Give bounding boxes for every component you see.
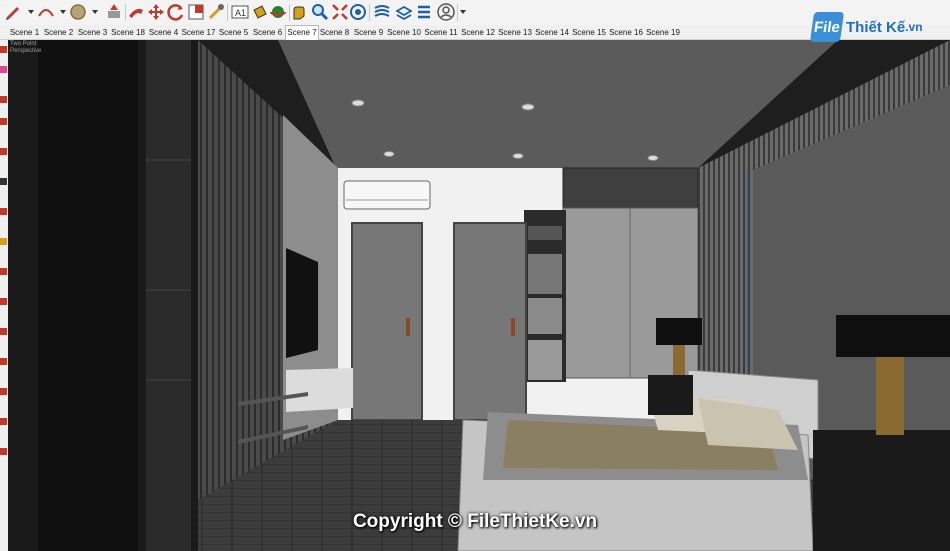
tab-scene-6[interactable]: Scene 6: [251, 26, 284, 39]
walk-tool-icon[interactable]: [0, 208, 7, 215]
3d-viewport[interactable]: [8, 40, 950, 551]
outliner-icon[interactable]: [0, 448, 7, 455]
air-conditioner: [343, 180, 431, 210]
section-tool-icon[interactable]: [0, 238, 7, 245]
pan-icon[interactable]: [288, 2, 308, 22]
tab-scene-5[interactable]: Scene 5: [217, 26, 250, 39]
styles-icon[interactable]: [414, 2, 434, 22]
text-label-icon[interactable]: A1: [230, 2, 250, 22]
bedroom-render: [8, 40, 950, 551]
arc-icon[interactable]: [36, 2, 56, 22]
dropdown-arrow-icon[interactable]: [26, 2, 36, 22]
tab-scene-10[interactable]: Scene 10: [386, 26, 422, 39]
tab-scene-12[interactable]: Scene 12: [460, 26, 496, 39]
ceiling-light: [647, 155, 659, 161]
copyright-watermark: Copyright © FileThietKe.vn: [352, 511, 598, 532]
pencil-icon[interactable]: [4, 2, 24, 22]
line-tool-icon[interactable]: [0, 96, 7, 103]
tab-scene-15[interactable]: Scene 15: [571, 26, 607, 39]
logo-name: Thiết Kế: [846, 18, 906, 36]
door-left: [351, 222, 423, 421]
tv: [286, 248, 318, 358]
tab-scene-9[interactable]: Scene 9: [352, 26, 385, 39]
extension-icon[interactable]: [372, 2, 392, 22]
tab-scene-16[interactable]: Scene 16: [608, 26, 644, 39]
tv-console: [286, 368, 353, 412]
warehouse-icon[interactable]: [348, 2, 368, 22]
ceiling-light: [383, 151, 395, 157]
wardrobe-top: [562, 167, 699, 209]
ceiling-light: [512, 153, 524, 159]
lamp-shade-right: [836, 315, 950, 357]
select-tool-icon[interactable]: [0, 46, 7, 53]
tab-scene-19[interactable]: Scene 19: [645, 26, 681, 39]
offset-tool-icon[interactable]: [0, 148, 7, 155]
site-logo: File Thiết Kế .vn: [809, 12, 923, 42]
zoom-icon[interactable]: [310, 2, 330, 22]
dropdown-arrow-icon[interactable]: [90, 2, 100, 22]
eraser-tool-icon[interactable]: [0, 66, 7, 73]
zoom-extents-icon[interactable]: [330, 2, 350, 22]
tab-scene-18[interactable]: Scene 18: [110, 26, 146, 39]
toolbar-separator: [227, 4, 228, 21]
orbit-icon[interactable]: [268, 2, 288, 22]
circle-icon[interactable]: [68, 2, 88, 22]
lamp-base-right: [876, 357, 904, 435]
axes-tool-icon[interactable]: [0, 358, 7, 365]
move-icon[interactable]: [146, 2, 166, 22]
door-right: [453, 222, 527, 421]
toolbar-separator: [369, 4, 370, 21]
rectangle-tool-icon[interactable]: [0, 118, 7, 125]
account-icon[interactable]: [436, 2, 456, 22]
tab-scene-11[interactable]: Scene 11: [423, 26, 459, 39]
layers-icon[interactable]: [394, 2, 414, 22]
svg-text:A1: A1: [235, 8, 246, 18]
scene-tabs: Scene 1 Scene 2 Scene 3 Scene 18 Scene 4 Scen…: [0, 25, 950, 40]
tab-scene-17[interactable]: Scene 17: [181, 26, 216, 39]
nightstand-left: [648, 375, 693, 415]
protractor-tool-icon[interactable]: [0, 328, 7, 335]
push-pull-icon[interactable]: [104, 2, 124, 22]
ceiling-light: [351, 99, 365, 107]
tab-scene-3[interactable]: Scene 3: [76, 26, 109, 39]
lamp-shade-left: [656, 318, 702, 345]
main-toolbar: A1: [0, 0, 950, 25]
tab-scene-4[interactable]: Scene 4: [147, 26, 180, 39]
scale-icon[interactable]: [186, 2, 206, 22]
dropdown-arrow-icon[interactable]: [458, 2, 468, 22]
position-camera-icon[interactable]: [0, 268, 7, 275]
sandbox-tool-icon[interactable]: [0, 418, 7, 425]
left-toolbar-strip: [0, 40, 8, 551]
look-around-icon[interactable]: [0, 298, 7, 305]
logo-tld: .vn: [905, 20, 923, 34]
logo-mark: File: [809, 12, 845, 42]
camera-label-line-2: Perspective: [10, 48, 42, 54]
dropdown-arrow-icon[interactable]: [58, 2, 68, 22]
tab-scene-1[interactable]: Scene 1: [8, 26, 41, 39]
3d-text-tool-icon[interactable]: [0, 388, 7, 395]
tab-scene-8[interactable]: Scene 8: [318, 26, 351, 39]
paint-bucket-icon[interactable]: [250, 2, 270, 22]
camera-label-line-1: Two Point: [10, 41, 37, 47]
rotate-icon[interactable]: [166, 2, 186, 22]
tab-scene-13[interactable]: Scene 13: [497, 26, 533, 39]
tab-scene-2[interactable]: Scene 2: [42, 26, 75, 39]
tab-scene-14[interactable]: Scene 14: [534, 26, 570, 39]
lamp-base-left: [673, 345, 685, 375]
follow-me-icon[interactable]: [126, 2, 146, 22]
door-right-handle: [511, 318, 515, 336]
tab-scene-7[interactable]: Scene 7: [285, 25, 319, 40]
ceiling-light: [521, 103, 535, 111]
camera-label: Two Point Perspective: [10, 41, 41, 55]
dimension-tool-icon[interactable]: [0, 178, 7, 185]
door-left-handle: [406, 318, 410, 336]
tape-measure-icon[interactable]: [206, 2, 226, 22]
